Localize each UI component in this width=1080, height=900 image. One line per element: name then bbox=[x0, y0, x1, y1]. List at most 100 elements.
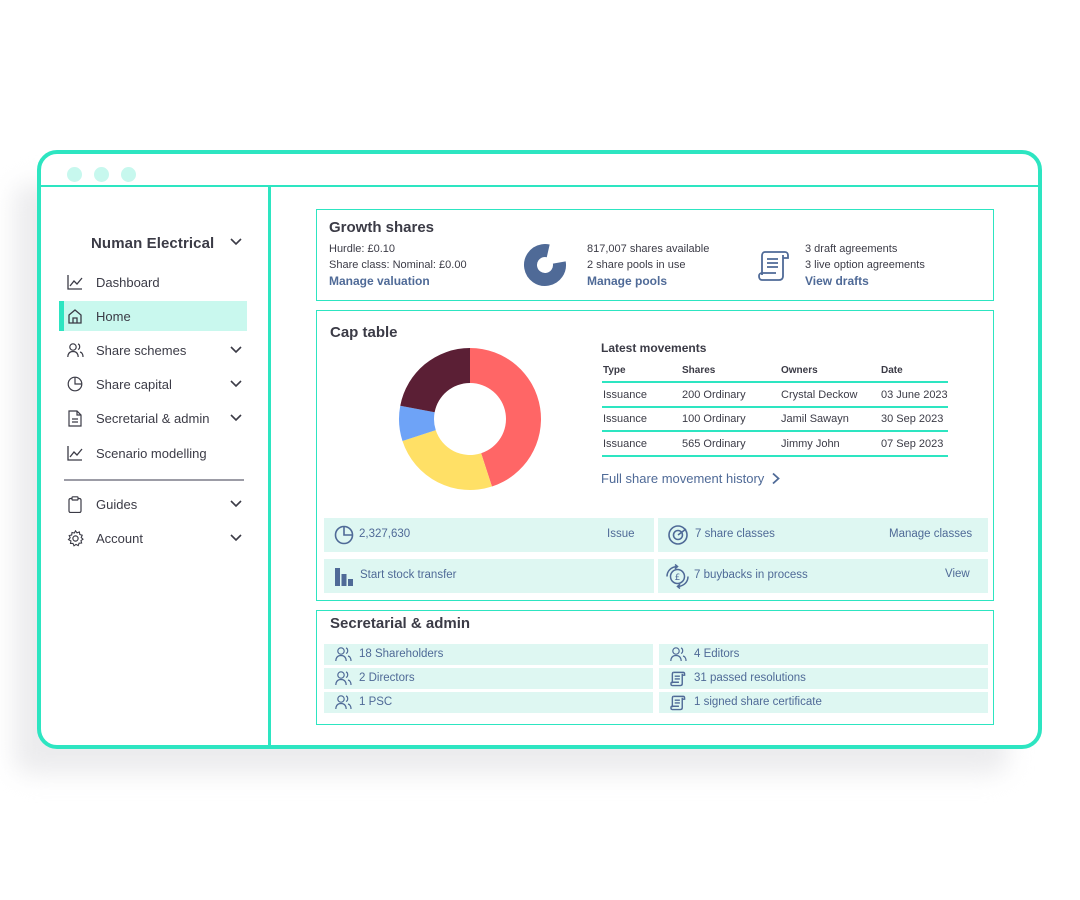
view-drafts-link[interactable]: View drafts bbox=[805, 274, 869, 288]
sidebar-item-account[interactable]: Account bbox=[59, 523, 247, 553]
svg-text:£: £ bbox=[675, 573, 681, 583]
users-icon bbox=[335, 695, 352, 710]
stock-transfer-label: Start stock transfer bbox=[360, 569, 457, 581]
resolutions-count: 31 passed resolutions bbox=[694, 672, 806, 684]
movements-table: Type Shares Owners Date Issuance 200 Ord… bbox=[602, 363, 948, 463]
sidebar-item-secretarial[interactable]: Secretarial & admin bbox=[59, 403, 247, 433]
scroll-icon bbox=[758, 251, 789, 281]
pie-gauge-icon bbox=[524, 244, 566, 286]
manage-pools-link[interactable]: Manage pools bbox=[587, 274, 667, 288]
sidebar-item-dashboard[interactable]: Dashboard bbox=[59, 267, 247, 297]
shares-available: 817,007 shares available bbox=[587, 243, 710, 255]
bar-chart-icon bbox=[335, 568, 353, 586]
scroll-icon bbox=[670, 671, 686, 687]
table-divider bbox=[602, 455, 948, 457]
document-icon bbox=[68, 410, 82, 427]
table-cell: 30 Sep 2023 bbox=[881, 413, 944, 425]
psc-tile[interactable]: 1 PSC bbox=[324, 692, 653, 713]
full-history-link[interactable]: Full share movement history bbox=[601, 470, 780, 486]
table-cell: Issuance bbox=[603, 438, 648, 450]
share-classes-tile[interactable]: 7 share classes Manage classes bbox=[658, 518, 988, 552]
chevron-right-icon bbox=[772, 472, 780, 485]
table-cell: Crystal Deckow bbox=[781, 389, 858, 401]
table-header-date: Date bbox=[881, 365, 903, 376]
table-cell: Issuance bbox=[603, 389, 648, 401]
table-header-owners: Owners bbox=[781, 365, 818, 376]
line-chart-icon bbox=[67, 275, 83, 290]
users-icon bbox=[670, 647, 687, 662]
app-window: Numan Electrical Dashboard Home Share sc… bbox=[37, 150, 1042, 749]
table-divider bbox=[602, 381, 948, 383]
card-title: Secretarial & admin bbox=[330, 615, 471, 632]
full-history-label: Full share movement history bbox=[601, 471, 765, 486]
table-cell: Issuance bbox=[603, 413, 648, 425]
manage-classes-button[interactable]: Manage classes bbox=[889, 528, 972, 540]
issue-button[interactable]: Issue bbox=[607, 528, 635, 540]
secretarial-card: Secretarial & admin 18 Shareholders 2 Di… bbox=[316, 610, 994, 725]
table-header-type: Type bbox=[603, 365, 626, 376]
table-cell: 200 Ordinary bbox=[682, 389, 746, 401]
view-buybacks-button[interactable]: View bbox=[945, 568, 970, 580]
card-title: Cap table bbox=[330, 324, 398, 341]
sidebar-item-guides[interactable]: Guides bbox=[59, 489, 247, 519]
window-dot[interactable] bbox=[121, 167, 136, 182]
cap-table-donut-chart bbox=[399, 348, 541, 490]
table-divider bbox=[602, 406, 948, 408]
editors-tile[interactable]: 4 Editors bbox=[659, 644, 988, 665]
table-cell: 03 June 2023 bbox=[881, 389, 948, 401]
title-bar bbox=[41, 154, 1038, 187]
pie-chart-icon bbox=[334, 525, 354, 545]
sidebar-item-share-schemes[interactable]: Share schemes bbox=[59, 335, 247, 365]
resolutions-tile[interactable]: 31 passed resolutions bbox=[659, 668, 988, 689]
sidebar: Numan Electrical Dashboard Home Share sc… bbox=[41, 187, 271, 745]
pie-chart-icon bbox=[67, 376, 83, 392]
users-icon bbox=[335, 671, 352, 686]
window-dot[interactable] bbox=[94, 167, 109, 182]
sidebar-item-label: Dashboard bbox=[96, 275, 160, 290]
line-chart-icon bbox=[67, 446, 83, 461]
chevron-down-icon[interactable] bbox=[229, 235, 243, 249]
directors-count: 2 Directors bbox=[359, 672, 415, 684]
manage-valuation-link[interactable]: Manage valuation bbox=[329, 274, 430, 288]
stock-transfer-tile[interactable]: Start stock transfer bbox=[324, 559, 654, 593]
growth-shares-card: Growth shares Hurdle: £0.10 Share class:… bbox=[316, 209, 994, 301]
certificates-count: 1 signed share certificate bbox=[694, 696, 822, 708]
sidebar-item-scenario-modelling[interactable]: Scenario modelling bbox=[59, 438, 247, 468]
table-cell: 100 Ordinary bbox=[682, 413, 746, 425]
donut-slice-3 bbox=[400, 348, 470, 413]
table-cell: Jimmy John bbox=[781, 438, 840, 450]
table-divider bbox=[602, 430, 948, 432]
table-cell: 565 Ordinary bbox=[682, 438, 746, 450]
draft-agreements: 3 draft agreements bbox=[805, 243, 898, 255]
live-agreements: 3 live option agreements bbox=[805, 259, 925, 271]
share-classes-count: 7 share classes bbox=[695, 528, 775, 540]
buybacks-tile[interactable]: £ 7 buybacks in process View bbox=[658, 559, 988, 593]
sidebar-item-label: Share capital bbox=[96, 377, 172, 392]
users-icon bbox=[67, 343, 84, 358]
psc-count: 1 PSC bbox=[359, 696, 393, 708]
chevron-down-icon bbox=[230, 346, 242, 354]
total-shares-value: 2,327,630 bbox=[359, 528, 411, 540]
chevron-down-icon bbox=[230, 534, 242, 542]
clipboard-icon bbox=[68, 496, 82, 513]
certificates-tile[interactable]: 1 signed share certificate bbox=[659, 692, 988, 713]
share-pools-count: 2 share pools in use bbox=[587, 259, 686, 271]
shareholders-tile[interactable]: 18 Shareholders bbox=[324, 644, 653, 665]
sidebar-item-share-capital[interactable]: Share capital bbox=[59, 369, 247, 399]
company-name[interactable]: Numan Electrical bbox=[91, 235, 214, 252]
window-dot[interactable] bbox=[67, 167, 82, 182]
sidebar-item-label: Account bbox=[96, 531, 143, 546]
total-shares-tile[interactable]: 2,327,630 Issue bbox=[324, 518, 654, 552]
pound-exchange-icon: £ bbox=[666, 564, 689, 589]
cap-table-card: Cap table Latest movements Type Shares O… bbox=[316, 310, 994, 601]
gear-icon bbox=[67, 530, 84, 547]
directors-tile[interactable]: 2 Directors bbox=[324, 668, 653, 689]
latest-movements-title: Latest movements bbox=[601, 341, 707, 355]
chevron-down-icon bbox=[230, 414, 242, 422]
sidebar-item-home[interactable]: Home bbox=[59, 301, 247, 331]
table-cell: 07 Sep 2023 bbox=[881, 438, 944, 450]
sidebar-item-label: Scenario modelling bbox=[96, 446, 207, 461]
editors-count: 4 Editors bbox=[694, 648, 740, 660]
chevron-down-icon bbox=[230, 380, 242, 388]
shareholders-count: 18 Shareholders bbox=[359, 648, 444, 660]
